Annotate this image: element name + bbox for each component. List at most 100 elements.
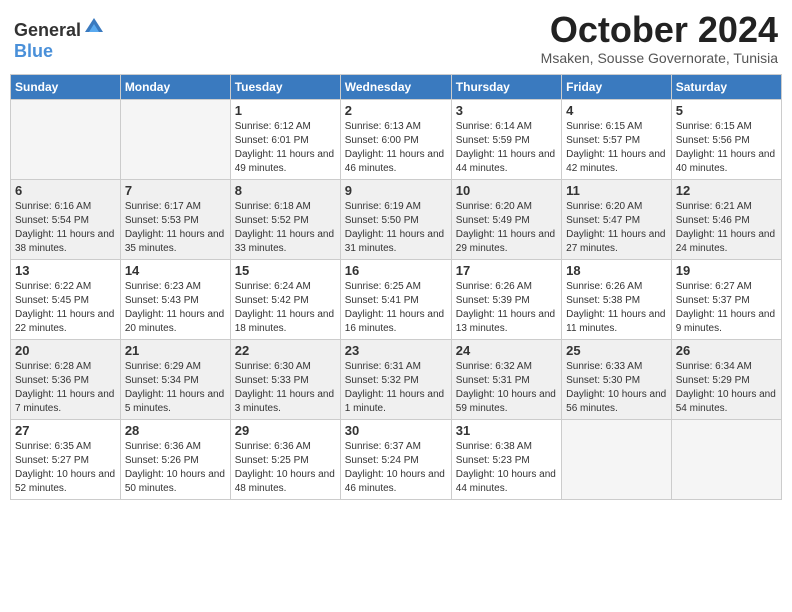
- day-number: 8: [235, 183, 336, 198]
- day-number: 31: [456, 423, 557, 438]
- calendar-cell: 15Sunrise: 6:24 AMSunset: 5:42 PMDayligh…: [230, 259, 340, 339]
- calendar-week-row: 6Sunrise: 6:16 AMSunset: 5:54 PMDaylight…: [11, 179, 782, 259]
- day-info: Sunrise: 6:15 AMSunset: 5:57 PMDaylight:…: [566, 120, 667, 176]
- weekday-header-wednesday: Wednesday: [340, 74, 451, 99]
- day-number: 19: [676, 263, 777, 278]
- day-number: 10: [456, 183, 557, 198]
- weekday-header-friday: Friday: [562, 74, 672, 99]
- day-number: 16: [345, 263, 447, 278]
- day-info: Sunrise: 6:21 AMSunset: 5:46 PMDaylight:…: [676, 200, 777, 256]
- title-area: October 2024 Msaken, Sousse Governorate,…: [541, 10, 778, 66]
- calendar-cell: 17 Sunrise: 6:26 AMSunset: 5:39 PMDayligh…: [451, 259, 561, 339]
- day-number: 29: [235, 423, 336, 438]
- calendar-cell: 26Sunrise: 6:34 AMSunset: 5:29 PMDayligh…: [671, 339, 781, 419]
- day-number: 2: [345, 103, 447, 118]
- month-title: October 2024: [541, 10, 778, 50]
- day-info: Sunrise: 6:22 AMSunset: 5:45 PMDaylight:…: [15, 280, 116, 336]
- calendar-cell: 2 Sunrise: 6:13 AMSunset: 6:00 PMDaylight…: [340, 99, 451, 179]
- day-number: 11: [566, 183, 667, 198]
- day-number: 30: [345, 423, 447, 438]
- day-info: Sunrise: 6:20 AMSunset: 5:49 PMDaylight:…: [456, 200, 557, 256]
- weekday-header-sunday: Sunday: [11, 74, 121, 99]
- day-number: 1: [235, 103, 336, 118]
- page-header: General Blue October 2024 Msaken, Sousse…: [10, 10, 782, 66]
- calendar-cell: 23 Sunrise: 6:31 AMSunset: 5:32 PMDayligh…: [340, 339, 451, 419]
- day-number: 23: [345, 343, 447, 358]
- day-info: Sunrise: 6:32 AMSunset: 5:31 PMDaylight:…: [456, 360, 557, 416]
- calendar-cell: 19 Sunrise: 6:27 AMSunset: 5:37 PMDayligh…: [671, 259, 781, 339]
- logo-text-blue: Blue: [14, 41, 53, 61]
- weekday-header-tuesday: Tuesday: [230, 74, 340, 99]
- calendar-cell: 20 Sunrise: 6:28 AMSunset: 5:36 PMDayligh…: [11, 339, 121, 419]
- day-info: Sunrise: 6:30 AMSunset: 5:33 PMDaylight:…: [235, 360, 336, 416]
- logo-text-general: General: [14, 20, 81, 40]
- day-info: Sunrise: 6:35 AMSunset: 5:27 PMDaylight:…: [15, 440, 116, 496]
- calendar-cell: 18Sunrise: 6:26 AMSunset: 5:38 PMDayligh…: [562, 259, 672, 339]
- day-number: 22: [235, 343, 336, 358]
- day-number: 20: [15, 343, 116, 358]
- day-info: Sunrise: 6:29 AMSunset: 5:34 PMDaylight:…: [125, 360, 226, 416]
- calendar-cell: 11 Sunrise: 6:20 AMSunset: 5:47 PMDayligh…: [562, 179, 672, 259]
- logo: General Blue: [14, 14, 105, 62]
- weekday-header-saturday: Saturday: [671, 74, 781, 99]
- day-info: Sunrise: 6:26 AMSunset: 5:39 PMDaylight:…: [456, 280, 557, 336]
- day-info: Sunrise: 6:27 AMSunset: 5:37 PMDaylight:…: [676, 280, 777, 336]
- calendar-cell: 6Sunrise: 6:16 AMSunset: 5:54 PMDaylight…: [11, 179, 121, 259]
- calendar-cell: 27 Sunrise: 6:35 AMSunset: 5:27 PMDayligh…: [11, 419, 121, 499]
- day-info: Sunrise: 6:26 AMSunset: 5:38 PMDaylight:…: [566, 280, 667, 336]
- day-number: 12: [676, 183, 777, 198]
- calendar-table: SundayMondayTuesdayWednesdayThursdayFrid…: [10, 74, 782, 500]
- weekday-header-monday: Monday: [120, 74, 230, 99]
- logo-icon: [83, 14, 105, 36]
- calendar-cell: 10 Sunrise: 6:20 AMSunset: 5:49 PMDayligh…: [451, 179, 561, 259]
- calendar-cell: [120, 99, 230, 179]
- day-info: Sunrise: 6:15 AMSunset: 5:56 PMDaylight:…: [676, 120, 777, 176]
- day-number: 4: [566, 103, 667, 118]
- day-number: 14: [125, 263, 226, 278]
- calendar-cell: 29Sunrise: 6:36 AMSunset: 5:25 PMDayligh…: [230, 419, 340, 499]
- day-number: 28: [125, 423, 226, 438]
- day-info: Sunrise: 6:19 AMSunset: 5:50 PMDaylight:…: [345, 200, 447, 256]
- day-number: 3: [456, 103, 557, 118]
- day-info: Sunrise: 6:14 AMSunset: 5:59 PMDaylight:…: [456, 120, 557, 176]
- calendar-cell: 25Sunrise: 6:33 AMSunset: 5:30 PMDayligh…: [562, 339, 672, 419]
- day-number: 27: [15, 423, 116, 438]
- calendar-week-row: 1 Sunrise: 6:12 AMSunset: 6:01 PMDaylight…: [11, 99, 782, 179]
- day-info: Sunrise: 6:17 AMSunset: 5:53 PMDaylight:…: [125, 200, 226, 256]
- day-number: 17: [456, 263, 557, 278]
- day-number: 24: [456, 343, 557, 358]
- day-number: 15: [235, 263, 336, 278]
- calendar-cell: 12 Sunrise: 6:21 AMSunset: 5:46 PMDayligh…: [671, 179, 781, 259]
- day-number: 9: [345, 183, 447, 198]
- calendar-cell: 16 Sunrise: 6:25 AMSunset: 5:41 PMDayligh…: [340, 259, 451, 339]
- calendar-week-row: 27 Sunrise: 6:35 AMSunset: 5:27 PMDayligh…: [11, 419, 782, 499]
- day-number: 6: [15, 183, 116, 198]
- day-number: 13: [15, 263, 116, 278]
- calendar-cell: 7 Sunrise: 6:17 AMSunset: 5:53 PMDaylight…: [120, 179, 230, 259]
- calendar-cell: 4 Sunrise: 6:15 AMSunset: 5:57 PMDaylight…: [562, 99, 672, 179]
- calendar-header-row: SundayMondayTuesdayWednesdayThursdayFrid…: [11, 74, 782, 99]
- day-info: Sunrise: 6:33 AMSunset: 5:30 PMDaylight:…: [566, 360, 667, 416]
- day-info: Sunrise: 6:18 AMSunset: 5:52 PMDaylight:…: [235, 200, 336, 256]
- day-number: 5: [676, 103, 777, 118]
- day-info: Sunrise: 6:20 AMSunset: 5:47 PMDaylight:…: [566, 200, 667, 256]
- day-info: Sunrise: 6:13 AMSunset: 6:00 PMDaylight:…: [345, 120, 447, 176]
- day-info: Sunrise: 6:12 AMSunset: 6:01 PMDaylight:…: [235, 120, 336, 176]
- day-number: 7: [125, 183, 226, 198]
- day-info: Sunrise: 6:31 AMSunset: 5:32 PMDaylight:…: [345, 360, 447, 416]
- calendar-cell: 8 Sunrise: 6:18 AMSunset: 5:52 PMDaylight…: [230, 179, 340, 259]
- location-subtitle: Msaken, Sousse Governorate, Tunisia: [541, 50, 778, 66]
- calendar-week-row: 20 Sunrise: 6:28 AMSunset: 5:36 PMDayligh…: [11, 339, 782, 419]
- calendar-cell: 22 Sunrise: 6:30 AMSunset: 5:33 PMDayligh…: [230, 339, 340, 419]
- calendar-cell: 13 Sunrise: 6:22 AMSunset: 5:45 PMDayligh…: [11, 259, 121, 339]
- day-info: Sunrise: 6:38 AMSunset: 5:23 PMDaylight:…: [456, 440, 557, 496]
- calendar-cell: [562, 419, 672, 499]
- calendar-cell: 28Sunrise: 6:36 AMSunset: 5:26 PMDayligh…: [120, 419, 230, 499]
- day-info: Sunrise: 6:28 AMSunset: 5:36 PMDaylight:…: [15, 360, 116, 416]
- calendar-cell: [11, 99, 121, 179]
- calendar-cell: 21 Sunrise: 6:29 AMSunset: 5:34 PMDayligh…: [120, 339, 230, 419]
- day-info: Sunrise: 6:34 AMSunset: 5:29 PMDaylight:…: [676, 360, 777, 416]
- day-number: 21: [125, 343, 226, 358]
- calendar-cell: 24 Sunrise: 6:32 AMSunset: 5:31 PMDayligh…: [451, 339, 561, 419]
- day-info: Sunrise: 6:25 AMSunset: 5:41 PMDaylight:…: [345, 280, 447, 336]
